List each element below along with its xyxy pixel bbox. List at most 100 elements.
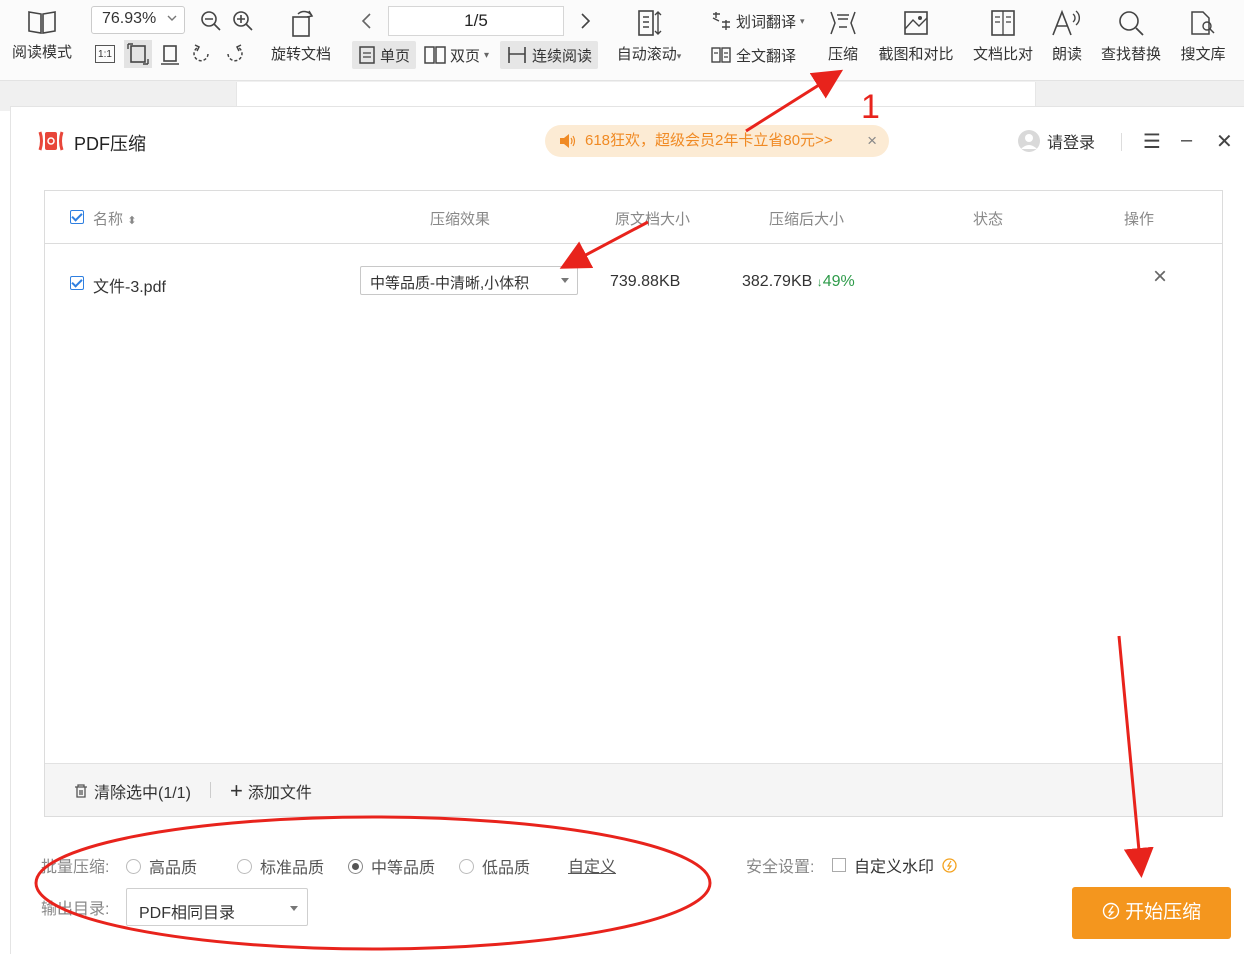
read-aloud-button[interactable]: 朗读	[1048, 8, 1086, 64]
output-dir-label: 输出目录:	[41, 901, 110, 918]
start-compress-button[interactable]: 开始压缩	[1072, 887, 1231, 939]
compress-label: 压缩	[827, 46, 858, 63]
zoom-select[interactable]: 76.93%	[91, 6, 185, 34]
search-library-label: 搜文库	[1180, 46, 1226, 63]
close-icon[interactable]: ✕	[1216, 129, 1233, 154]
double-page-label: 双页	[450, 47, 481, 65]
watermark-label: 自定义水印	[854, 859, 935, 876]
search-library-button[interactable]: 搜文库	[1176, 8, 1230, 64]
prev-page-icon[interactable]	[360, 11, 374, 31]
vip-coin-icon	[942, 857, 957, 873]
compress-icon	[830, 11, 856, 35]
document-page-edge	[236, 82, 1036, 108]
security-label: 安全设置:	[746, 859, 815, 876]
add-file-label: 添加文件	[247, 785, 312, 802]
compress-button[interactable]: 压缩	[822, 8, 864, 64]
sort-icon[interactable]: ⬍	[127, 215, 136, 227]
fit-width-icon[interactable]	[158, 42, 182, 66]
zoom-out-icon[interactable]	[199, 9, 223, 33]
minimize-icon[interactable]: –	[1181, 129, 1192, 152]
library-search-icon	[1191, 11, 1215, 35]
header-action: 操作	[1124, 211, 1155, 228]
add-file-button[interactable]: + 添加文件	[230, 779, 312, 803]
rotate-doc-button[interactable]: 旋转文档	[266, 8, 336, 64]
clear-selected-button[interactable]: 清除选中(1/1)	[73, 779, 191, 803]
remove-row-icon[interactable]: ×	[1153, 263, 1167, 291]
toolbar: 阅读模式 76.93% 1:1 旋转文档 1/5 单页 双页 ▾ 连续阅读 自动…	[0, 0, 1244, 81]
auto-scroll-icon	[638, 10, 662, 36]
radio-label: 标准品质	[260, 860, 325, 877]
footer-divider	[210, 782, 211, 798]
radio-high-quality[interactable]: 高品质	[126, 854, 197, 878]
caret-down-icon: ▾	[800, 15, 805, 26]
original-size: 739.88KB	[610, 273, 681, 290]
header-name[interactable]: 名称 ⬍	[93, 208, 136, 229]
row-checkbox[interactable]	[70, 276, 84, 290]
start-compress-label: 开始压缩	[1125, 902, 1202, 923]
avatar-icon	[1018, 130, 1040, 152]
custom-watermark-checkbox[interactable]: 自定义水印	[832, 853, 957, 877]
zoom-value: 76.93%	[102, 10, 157, 27]
file-name: 文件-3.pdf	[93, 279, 166, 296]
next-page-icon[interactable]	[578, 11, 592, 31]
compressed-size-cell: 382.79KB ↓49%	[742, 273, 855, 291]
screenshot-compare-icon	[904, 11, 928, 35]
radio-low-quality[interactable]: 低品质	[459, 854, 530, 878]
radio-label: 中等品质	[371, 860, 436, 877]
auto-scroll-button[interactable]: 自动滚动▾	[610, 8, 688, 64]
radio-label: 低品质	[482, 860, 531, 877]
output-dir-value: PDF相同目录	[139, 905, 236, 922]
actual-size-icon[interactable]: 1:1	[95, 45, 115, 63]
login-label: 请登录	[1047, 135, 1096, 152]
screenshot-compare-button[interactable]: 截图和对比	[874, 8, 958, 64]
header-name-label: 名称	[93, 211, 124, 228]
fit-page-icon[interactable]	[124, 40, 152, 68]
doc-compare-button[interactable]: 文档比对	[970, 8, 1036, 64]
output-dir-select[interactable]: PDF相同目录	[126, 888, 308, 926]
search-icon	[1119, 11, 1144, 36]
file-table: 名称 ⬍ 压缩效果 原文档大小 压缩后大小 状态 操作 文件-3.pdf 中等品…	[44, 190, 1223, 817]
page-indicator[interactable]: 1/5	[388, 6, 564, 36]
pdf-compress-dialog: PDF压缩 618狂欢，超级会员2年卡立省80元>> × 请登录 ☰ – ✕ 名…	[10, 106, 1244, 954]
continuous-read-button[interactable]: 连续阅读	[500, 41, 599, 69]
single-page-button[interactable]: 单页	[352, 41, 417, 69]
compress-effect-select[interactable]: 中等品质-中清晰,小体积	[360, 266, 578, 295]
zoom-in-icon[interactable]	[231, 9, 255, 33]
full-translate-label: 全文翻译	[736, 48, 797, 65]
menu-icon[interactable]: ☰	[1143, 129, 1161, 154]
custom-quality-link[interactable]: 自定义	[568, 853, 616, 877]
radio-label: 高品质	[149, 860, 198, 877]
radio-standard-quality[interactable]: 标准品质	[237, 854, 324, 878]
read-mode-button[interactable]: 阅读模式	[6, 8, 78, 62]
promo-close-icon[interactable]: ×	[867, 125, 877, 157]
speaker-icon	[560, 134, 576, 148]
full-translate-button[interactable]: 全文翻译	[710, 45, 796, 66]
table-footer: 清除选中(1/1) + 添加文件	[45, 763, 1222, 816]
screenshot-compare-label: 截图和对比	[878, 46, 954, 63]
header-effect: 压缩效果	[430, 211, 491, 228]
continuous-read-label: 连续阅读	[532, 47, 593, 65]
header-divider	[45, 243, 1222, 244]
doc-compare-icon	[991, 10, 1015, 36]
pdf-logo-icon	[38, 131, 64, 151]
single-page-icon	[359, 46, 375, 64]
rotate-left-icon[interactable]	[190, 42, 214, 64]
translate-icon	[712, 12, 730, 30]
word-translate-button[interactable]: 划词翻译 ▾	[710, 10, 805, 32]
login-button[interactable]: 请登录	[1017, 129, 1095, 153]
select-all-checkbox[interactable]	[70, 210, 84, 224]
rotate-right-icon[interactable]	[222, 42, 246, 64]
double-page-button[interactable]: 双页 ▾	[424, 41, 489, 69]
compressed-size: 382.79KB	[742, 273, 813, 290]
plus-icon: +	[230, 778, 243, 803]
word-translate-label: 划词翻译	[736, 13, 797, 31]
header-status: 状态	[973, 211, 1004, 228]
find-replace-button[interactable]: 查找替换	[1098, 8, 1164, 64]
compress-effect-value: 中等品质-中清晰,小体积	[370, 275, 530, 292]
promo-banner[interactable]: 618狂欢，超级会员2年卡立省80元>> ×	[545, 125, 889, 157]
caret-down-icon: ▾	[484, 49, 490, 61]
radio-medium-quality[interactable]: 中等品质	[348, 854, 435, 878]
radio-circle	[126, 858, 141, 874]
header-compressed-size: 压缩后大小	[769, 211, 845, 228]
trash-icon	[75, 784, 87, 798]
